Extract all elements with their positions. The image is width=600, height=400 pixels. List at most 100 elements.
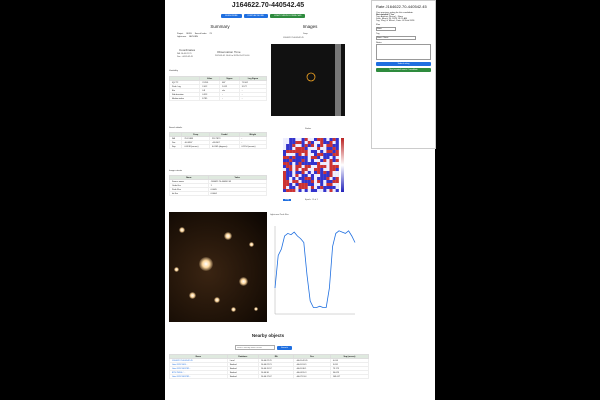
stokes-pixel	[332, 168, 336, 171]
stokes-pixel	[298, 165, 302, 168]
stokes-pixel	[314, 174, 318, 177]
submit-rating-button[interactable]: Submit rating	[376, 62, 431, 66]
flux-select[interactable]: None	[376, 27, 396, 31]
stokes-pixel	[289, 150, 293, 153]
stokes-pixel	[289, 144, 293, 147]
header-buttons: SUBSCRIBE DISPLAY MORE LIGHTCURVE DOWNLO…	[221, 14, 306, 18]
stokes-pixel	[335, 174, 339, 177]
stokes-pixel	[332, 150, 336, 153]
stokes-pixel	[301, 165, 305, 168]
stokes-pixel	[335, 180, 339, 183]
stokes-pixel	[286, 174, 290, 177]
stokes-pixel	[295, 186, 299, 189]
stokes-pixel	[320, 177, 324, 180]
stokes-pixel	[295, 138, 299, 141]
stokes-pixel	[332, 183, 336, 186]
stokes-pixel	[298, 171, 302, 174]
stokes-pixel	[323, 180, 327, 183]
stokes-pixel	[335, 147, 339, 150]
stokes-pixel	[289, 180, 293, 183]
stokes-pixel	[314, 153, 318, 156]
stokes-pixel	[317, 171, 321, 174]
stokes-pixel	[323, 162, 327, 165]
stokes-pixel	[329, 174, 333, 177]
nearby-search-input[interactable]	[235, 345, 275, 350]
stokes-pixel	[301, 177, 305, 180]
stokes-pixel	[301, 180, 305, 183]
stokes-pixel	[304, 162, 308, 165]
stokes-pixel	[326, 177, 330, 180]
stokes-pixel	[320, 171, 324, 174]
stokes-pixel	[329, 186, 333, 189]
stokes-pixel	[292, 156, 296, 159]
stokes-pixel	[326, 165, 330, 168]
table-row[interactable]: Gaia DR3 5963782... Simbad 16:46:17.67 -44:…	[169, 374, 370, 379]
stokes-pixel	[292, 168, 296, 171]
stokes-pixel	[286, 159, 290, 162]
stokes-pixel	[320, 168, 324, 171]
stokes-pixel	[332, 159, 336, 162]
stokes-pixel	[295, 150, 299, 153]
next-unrated-button[interactable]: Next unrated source / candidate	[376, 68, 431, 72]
stokes-pixel	[292, 186, 296, 189]
stokes-pixel	[310, 177, 314, 180]
stokes-pixel	[314, 165, 318, 168]
stokes-pixel	[332, 165, 336, 168]
stokes-pixel	[332, 177, 336, 180]
stokes-pixel	[283, 150, 287, 153]
stokes-pixel	[304, 180, 308, 183]
stokes-pixel	[317, 186, 321, 189]
stokes-pixel	[286, 150, 290, 153]
stokes-pixel	[298, 189, 302, 192]
stokes-pixel	[326, 183, 330, 186]
stokes-pixel	[301, 147, 305, 150]
stokes-pixel	[326, 186, 330, 189]
stokes-pixel	[323, 147, 327, 150]
stokes-pixel	[323, 153, 327, 156]
coord-ra: RA: 16:46:22.70	[177, 53, 192, 55]
stokes-pixel	[286, 168, 290, 171]
stokes-pixel	[314, 159, 318, 162]
stokes-pixel	[326, 156, 330, 159]
subscribe-button[interactable]: SUBSCRIBE	[221, 14, 242, 18]
coords-title: Coordinates	[179, 48, 196, 52]
stokes-pixel	[298, 141, 302, 144]
stokes-pixel	[304, 150, 308, 153]
stokes-pixel	[286, 138, 290, 141]
stokes-pixel	[335, 165, 339, 168]
stokes-pixel	[329, 138, 333, 141]
stokes-pixel	[286, 147, 290, 150]
stokes-pixel	[298, 177, 302, 180]
stokes-pixel	[329, 153, 333, 156]
stokes-pixel	[314, 189, 318, 192]
stokes-pixel	[320, 141, 324, 144]
coord-dec: Dec: -44:05:42.45	[177, 56, 193, 58]
stokes-pixel	[307, 180, 311, 183]
obs-time: 2023-01-01 10:00 to 2023-01-02 10:00	[215, 55, 250, 57]
stokes-pixel	[314, 141, 318, 144]
summary-title: Summary	[210, 24, 230, 29]
stokes-pixel	[301, 141, 305, 144]
stokes-pixel	[307, 156, 311, 159]
stokes-pixel	[298, 174, 302, 177]
tag-select[interactable]: None - None	[376, 36, 416, 40]
stokes-pixel	[283, 186, 287, 189]
stokes-pixel	[320, 186, 324, 189]
nearby-search-button[interactable]: Search	[277, 345, 292, 350]
stokes-pixel	[301, 186, 305, 189]
stokes-pixel	[307, 177, 311, 180]
stokes-play-button[interactable]: Play	[283, 199, 291, 201]
display-more-button[interactable]: DISPLAY MORE	[243, 14, 268, 18]
stokes-pixel	[329, 180, 333, 183]
stokes-pixel	[292, 189, 296, 192]
stokes-pixel	[283, 138, 287, 141]
stokes-pixel	[298, 138, 302, 141]
stokes-pixel	[329, 150, 333, 153]
stokes-pixel	[283, 168, 287, 171]
deep-image-svg	[306, 44, 341, 116]
stokes-pixel	[310, 156, 314, 159]
notes-textarea[interactable]	[376, 44, 431, 60]
stokes-pixel	[298, 180, 302, 183]
lightcurve-download-button[interactable]: LIGHTCURVE DOWNLOAD	[269, 14, 306, 18]
stokes-pixel	[314, 180, 318, 183]
